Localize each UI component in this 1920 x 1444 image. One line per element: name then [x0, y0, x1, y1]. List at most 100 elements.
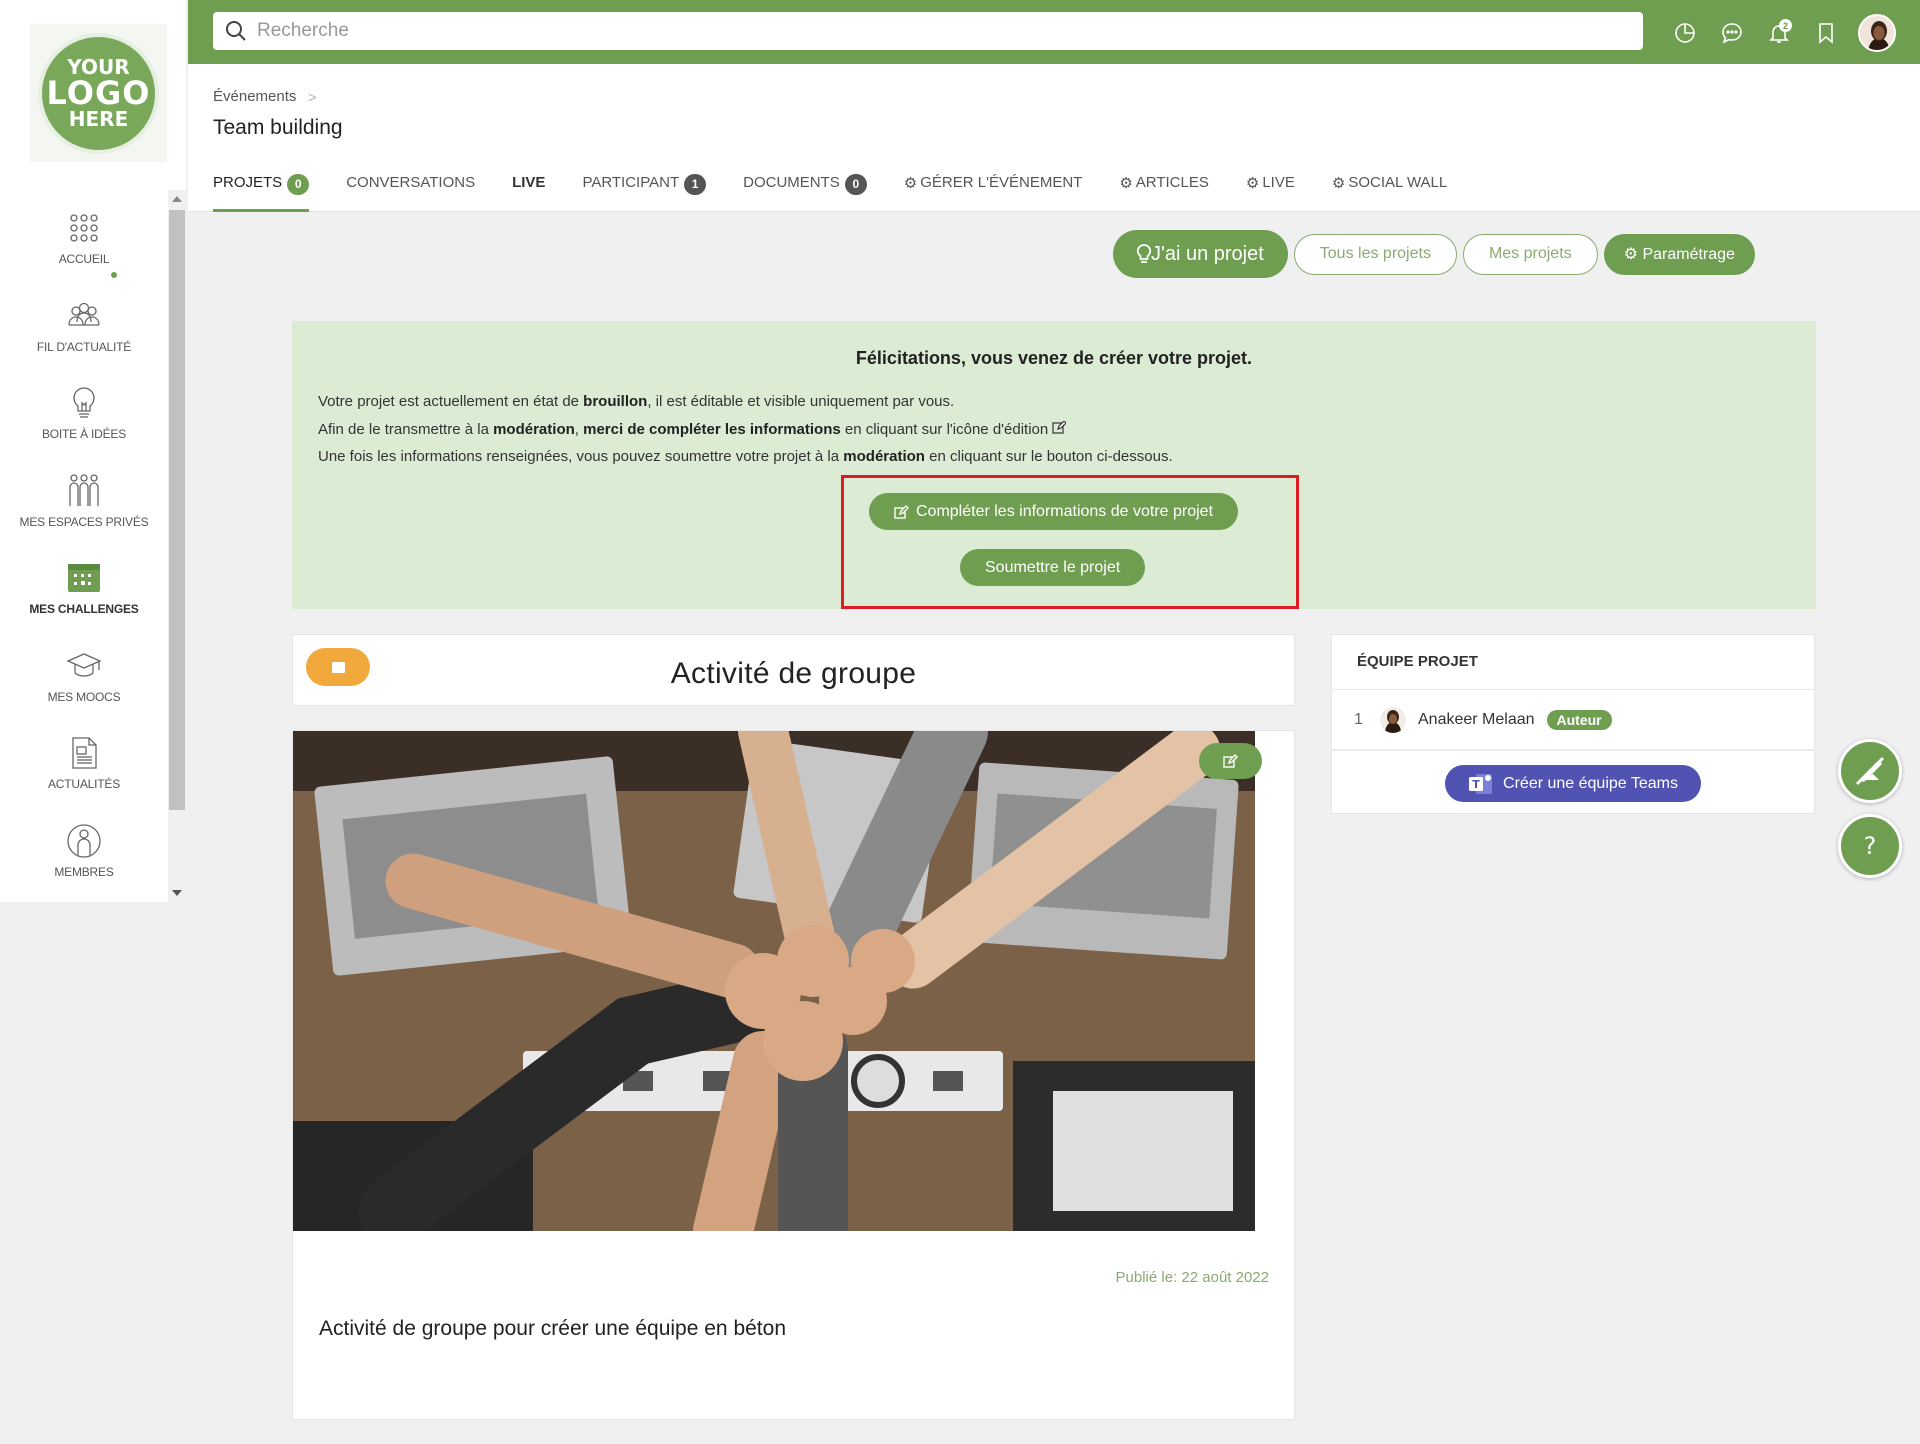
text: en cliquant sur le bouton ci-dessous.: [924, 448, 1173, 465]
search-icon: [226, 21, 246, 41]
event-tabs: PROJETS 0 CONVERSATIONS LIVE PARTICIPANT 1…: [213, 168, 1484, 212]
mute-notifications-button[interactable]: [1838, 739, 1902, 803]
gear-icon: ⚙: [903, 175, 918, 192]
tab-label: CONVERSATIONS: [346, 174, 476, 191]
notifications-button[interactable]: 2: [1762, 16, 1796, 50]
unread-dot: [111, 272, 117, 278]
tab-label: DOCUMENTS: [743, 174, 840, 191]
all-projects-button[interactable]: Tous les projets: [1293, 233, 1457, 275]
text-bold: merci de compléter les informations: [583, 421, 841, 438]
divider: [1332, 749, 1814, 751]
project-title: Activité de groupe: [670, 657, 917, 690]
project-photo: [293, 731, 1255, 1231]
member-icon: [67, 823, 101, 858]
logo-line2: LOGO: [46, 74, 151, 112]
group-icon: [69, 473, 99, 506]
create-teams-label: Créer une équipe Teams: [1503, 774, 1678, 792]
text-bold: modération: [843, 448, 925, 465]
new-project-button[interactable]: J'ai un projet: [1113, 230, 1288, 278]
text: Afin de le transmettre à la: [318, 421, 494, 438]
new-project-label: J'ai un projet: [1151, 242, 1264, 265]
microsoft-teams-icon: T: [1469, 773, 1493, 794]
sidebar-item-moocs[interactable]: MES MOOCS: [0, 628, 168, 716]
search-input[interactable]: [257, 20, 1607, 42]
text: ,: [574, 421, 584, 438]
success-line-1: Votre projet est actuellement en état de…: [318, 393, 954, 410]
svg-text:T: T: [1472, 778, 1480, 791]
top-bar: 2: [188, 0, 1920, 64]
notification-badge: 2: [1779, 19, 1792, 32]
complete-info-button[interactable]: Compléter les informations de votre proj…: [869, 493, 1239, 530]
team-title: ÉQUIPE PROJET: [1357, 653, 1478, 670]
user-avatar-image: [1860, 16, 1894, 50]
member-index: 1: [1354, 711, 1363, 728]
scrollbar-thumb[interactable]: [169, 210, 185, 810]
tab-articles[interactable]: ⚙ ARTICLES: [1119, 168, 1209, 212]
chat-bubble-icon: [1722, 23, 1742, 44]
divider: [1332, 689, 1814, 690]
edit-icon: [894, 504, 909, 519]
tab-label: SOCIAL WALL: [1348, 174, 1448, 191]
settings-button[interactable]: ⚙ Paramétrage: [1603, 233, 1755, 275]
user-avatar[interactable]: [1858, 14, 1896, 52]
sidebar-item-label: MES ESPACES PRIVÉS: [19, 514, 149, 529]
submit-project-button[interactable]: Soumettre le projet: [960, 549, 1146, 586]
messages-button[interactable]: [1715, 16, 1749, 50]
sidebar: YOUR LOGO HERE ACCUEIL FIL D'ACTUALITÉ B…: [0, 0, 186, 902]
sidebar-item-label: FIL D'ACTUALITÉ: [36, 339, 132, 354]
edit-icon: [1052, 420, 1068, 434]
sidebar-item-label: MES CHALLENGES: [29, 602, 139, 616]
sidebar-item-boite-idees[interactable]: BOITE À IDÉES: [0, 365, 168, 453]
edit-project-button[interactable]: [1199, 743, 1262, 779]
project-header-card: Activité de groupe: [292, 634, 1295, 706]
help-button[interactable]: ?: [1838, 814, 1902, 878]
logo[interactable]: YOUR LOGO HERE: [30, 24, 167, 162]
sidebar-item-fil-actualite[interactable]: FIL D'ACTUALITÉ: [0, 278, 168, 366]
sidebar-item-espaces-prives[interactable]: MES ESPACES PRIVÉS: [0, 453, 168, 541]
sidebar-item-actualites[interactable]: ACTUALITÉS: [0, 715, 168, 803]
tab-social-wall[interactable]: ⚙ SOCIAL WALL: [1332, 168, 1447, 212]
my-projects-button[interactable]: Mes projets: [1462, 233, 1598, 275]
scroll-up-arrow-icon[interactable]: [172, 196, 182, 202]
tab-label: ARTICLES: [1135, 174, 1209, 191]
tab-projets[interactable]: PROJETS 0: [213, 168, 310, 212]
sidebar-item-label: ACCUEIL: [58, 252, 110, 266]
tab-gerer-evenement[interactable]: ⚙ GÉRER L'ÉVÉNEMENT: [904, 168, 1083, 212]
tab-live-settings[interactable]: ⚙ LIVE: [1246, 168, 1295, 212]
tab-count-badge: 1: [684, 174, 707, 195]
page-title: Team building: [213, 116, 343, 139]
settings-label: Paramétrage: [1642, 246, 1735, 263]
breadcrumb-evenements[interactable]: Événements: [213, 88, 296, 105]
tab-participant[interactable]: PARTICIPANT 1: [582, 168, 707, 212]
newspaper-icon: [72, 737, 97, 769]
breadcrumb: Événements >: [213, 88, 317, 105]
member-name[interactable]: Anakeer Melaan: [1418, 711, 1535, 729]
create-teams-button[interactable]: T Créer une équipe Teams: [1445, 765, 1701, 802]
activity-button[interactable]: [1668, 16, 1702, 50]
tab-documents[interactable]: DOCUMENTS 0: [743, 168, 867, 212]
bookmarks-button[interactable]: [1809, 16, 1843, 50]
text-bold: modération: [493, 421, 575, 438]
logo-mark: YOUR LOGO HERE: [38, 32, 159, 154]
sidebar-item-accueil[interactable]: ACCUEIL: [0, 190, 168, 278]
sidebar-item-challenges[interactable]: MES CHALLENGES: [0, 540, 168, 628]
text: en cliquant sur l'icône d'édition: [840, 421, 1049, 438]
lightbulb-icon: [1137, 244, 1151, 263]
sidebar-item-label: MEMBRES: [54, 864, 114, 879]
tab-conversations[interactable]: CONVERSATIONS: [346, 168, 475, 212]
search-box[interactable]: [213, 12, 1643, 50]
gear-icon: ⚙: [1623, 246, 1638, 263]
complete-info-label: Compléter les informations de votre proj…: [916, 502, 1214, 520]
gear-icon: ⚙: [1245, 175, 1260, 192]
graduation-cap-icon: [66, 652, 102, 677]
edit-icon: [1223, 754, 1238, 768]
sidebar-scrollbar[interactable]: [168, 190, 186, 902]
calendar-icon: [68, 564, 100, 592]
tab-label: PROJETS: [213, 174, 283, 191]
member-avatar[interactable]: [1380, 707, 1406, 733]
tab-label: LIVE: [1262, 174, 1295, 191]
scroll-down-arrow-icon[interactable]: [172, 890, 182, 896]
page-header: Événements > Team building PROJETS 0 CONV…: [188, 64, 1920, 212]
tab-live[interactable]: LIVE: [512, 168, 545, 212]
sidebar-item-membres[interactable]: MEMBRES: [0, 803, 168, 891]
